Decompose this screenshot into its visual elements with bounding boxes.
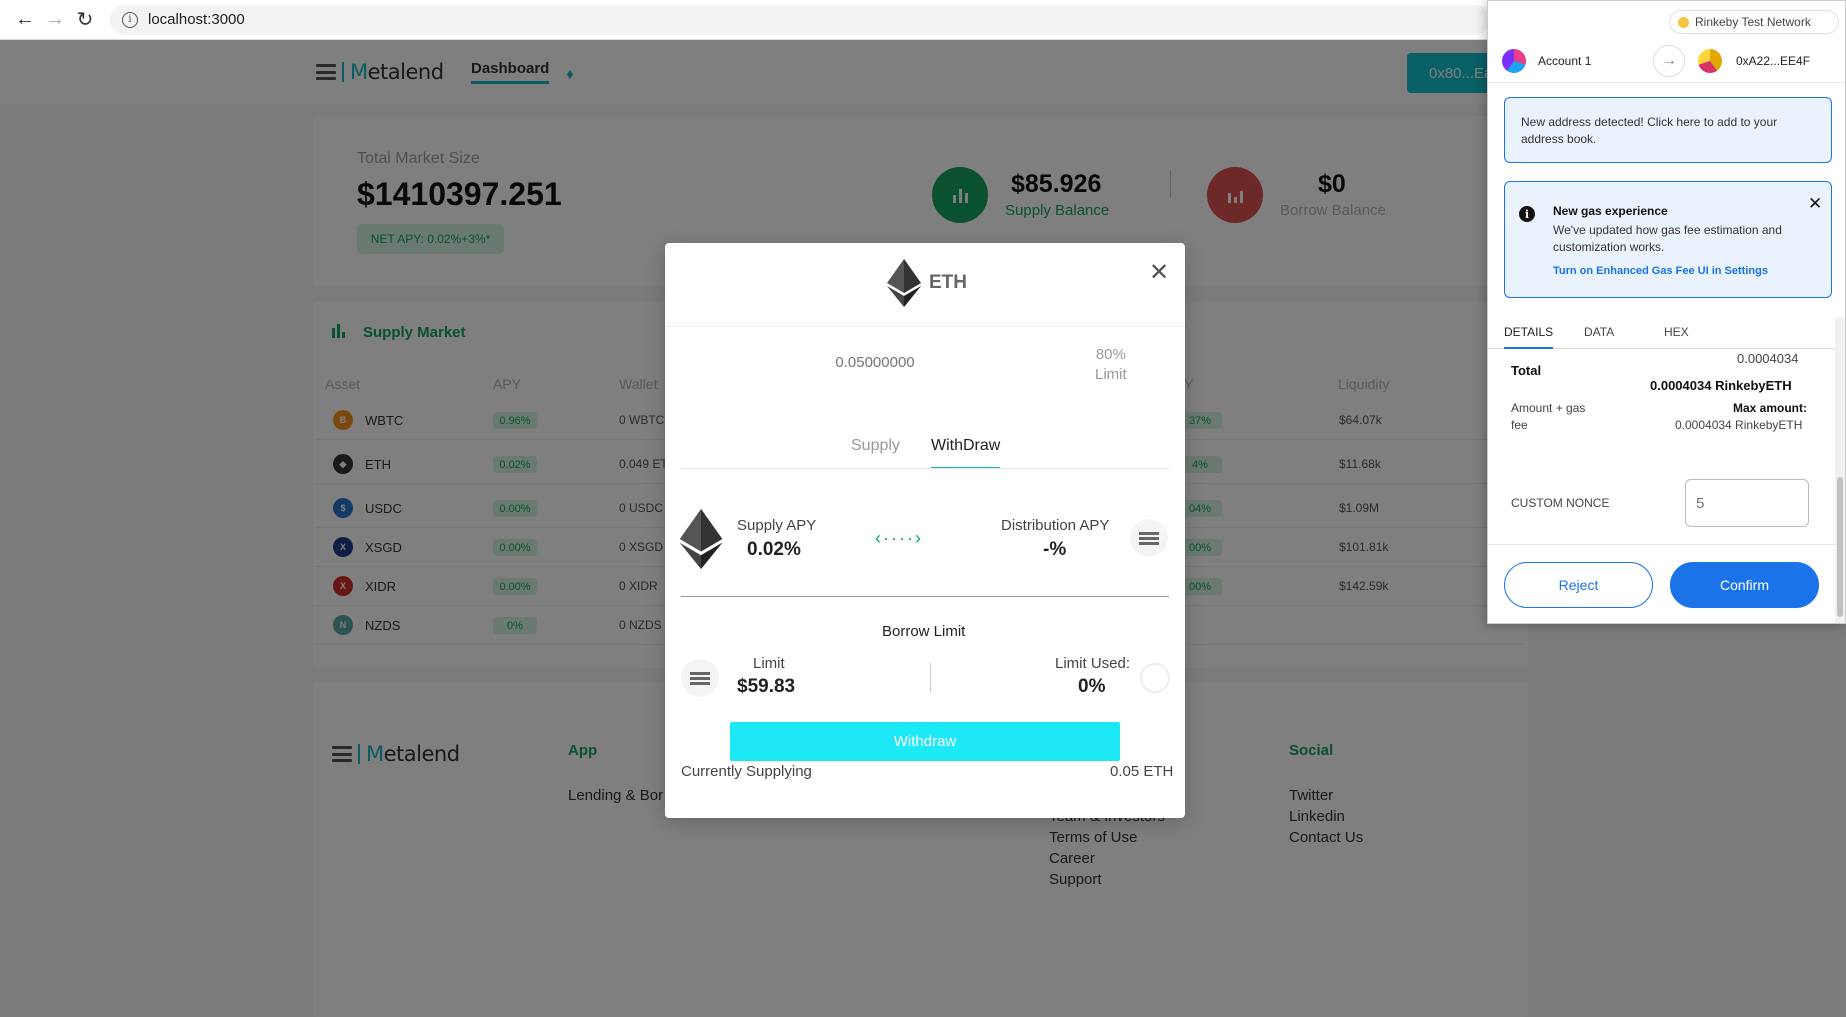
max-amount-value: 0.0004034 RinkebyETH [1675,418,1803,432]
forward-arrow-icon[interactable]: → [40,5,70,35]
currently-supplying-label: Currently Supplying [681,763,812,780]
tabs-divider [681,468,1169,469]
modal-header: ETH ✕ [665,243,1185,327]
exchange-arrows-icon: ‹····› [875,528,923,548]
close-icon[interactable]: ✕ [1149,261,1169,285]
url-text: localhost:3000 [148,11,245,28]
limit-label: Limit [753,655,785,672]
network-name: Rinkeby Test Network [1695,15,1811,29]
total-amount-top: 0.0004034 [1737,351,1799,366]
amount-gas-label-2: fee [1511,418,1528,432]
gas-notice-title: New gas experience [1553,204,1668,218]
reload-icon[interactable]: ↻ [70,5,100,35]
amount-gas-label-1: Amount + gas [1511,401,1586,415]
gas-experience-notice: i New gas experience We've updated how g… [1504,181,1832,298]
total-label: Total [1511,363,1542,378]
supply-apy-value: 0.02% [747,539,801,560]
limit-used-value: 0% [1078,676,1106,697]
to-account-avatar [1698,49,1722,73]
tab-details[interactable]: DETAILS [1504,325,1554,349]
reject-button[interactable]: Reject [1504,562,1653,608]
modal-asset-label: ETH [929,272,967,293]
distribution-apy-label: Distribution APY [1001,517,1110,534]
stats-divider [681,596,1169,597]
total-value: 0.0004034 RinkebyETH [1650,378,1792,393]
supply-apy-label: Supply APY [737,517,817,534]
custom-nonce-label: CUSTOM NONCE [1511,496,1610,510]
scroll-thumb[interactable] [1837,477,1843,617]
address-bar[interactable]: i localhost:3000 [110,4,1490,35]
metalend-token-icon [1130,519,1168,557]
gas-settings-link[interactable]: Turn on Enhanced Gas Fee UI in Settings [1553,265,1768,277]
to-address[interactable]: 0xA22...EE4F [1736,54,1810,68]
limit-divider [930,663,931,693]
eth-logo-icon [887,259,921,307]
withdraw-button[interactable]: Withdraw [730,722,1120,761]
transfer-accounts-row: Account 1 → 0xA22...EE4F [1488,39,1845,83]
from-account-name[interactable]: Account 1 [1538,54,1591,68]
borrow-limit-title: Borrow Limit [882,623,966,640]
distribution-apy-value: -% [1043,539,1067,560]
tab-hex[interactable]: HEX [1664,325,1689,339]
custom-nonce-input[interactable] [1685,479,1809,527]
max-amount-label: Max amount: [1733,401,1808,415]
close-notice-icon[interactable]: ✕ [1808,194,1822,214]
currently-supplying-value: 0.05 ETH [1110,763,1174,780]
back-arrow-icon[interactable]: ← [10,5,40,35]
network-selector[interactable]: Rinkeby Test Network [1669,10,1839,34]
info-circle-icon: i [1519,206,1535,222]
gas-notice-body: We've updated how gas fee estimation and… [1553,223,1782,254]
eth-modal: ETH ✕ 80% Limit Supply WithDraw Supply AP… [665,243,1185,818]
info-icon[interactable]: i [122,11,138,28]
new-address-notice[interactable]: New address detected! Click here to add … [1504,97,1832,163]
network-status-icon [1678,16,1689,28]
eth-large-icon [679,509,723,569]
new-address-text: New address detected! Click here to add … [1521,115,1778,146]
confirm-button[interactable]: Confirm [1670,562,1819,608]
limit-used-gauge [1140,663,1170,693]
mm-tabs: DETAILS DATA HEX [1488,317,1838,349]
from-account-avatar [1502,49,1526,73]
amount-input[interactable] [760,347,990,377]
limit-pct-label: Limit [1095,366,1127,383]
metamask-popup: Rinkeby Test Network Account 1 → 0xA22..… [1487,0,1846,624]
modal-title: ETH [887,259,967,307]
tab-withdraw[interactable]: WithDraw [931,437,1001,469]
limit-token-icon [681,659,719,697]
tab-supply[interactable]: Supply [851,437,900,455]
limit-value: $59.83 [737,676,796,697]
mm-footer-divider [1488,544,1838,545]
limit-percent: 80% Limit [1095,345,1127,385]
tab-data[interactable]: DATA [1584,325,1614,339]
limit-used-label: Limit Used: [1055,655,1131,672]
limit-pct-value: 80% [1095,346,1126,363]
arrow-right-icon: → [1653,45,1685,77]
details-scrollbar[interactable] [1835,317,1845,623]
